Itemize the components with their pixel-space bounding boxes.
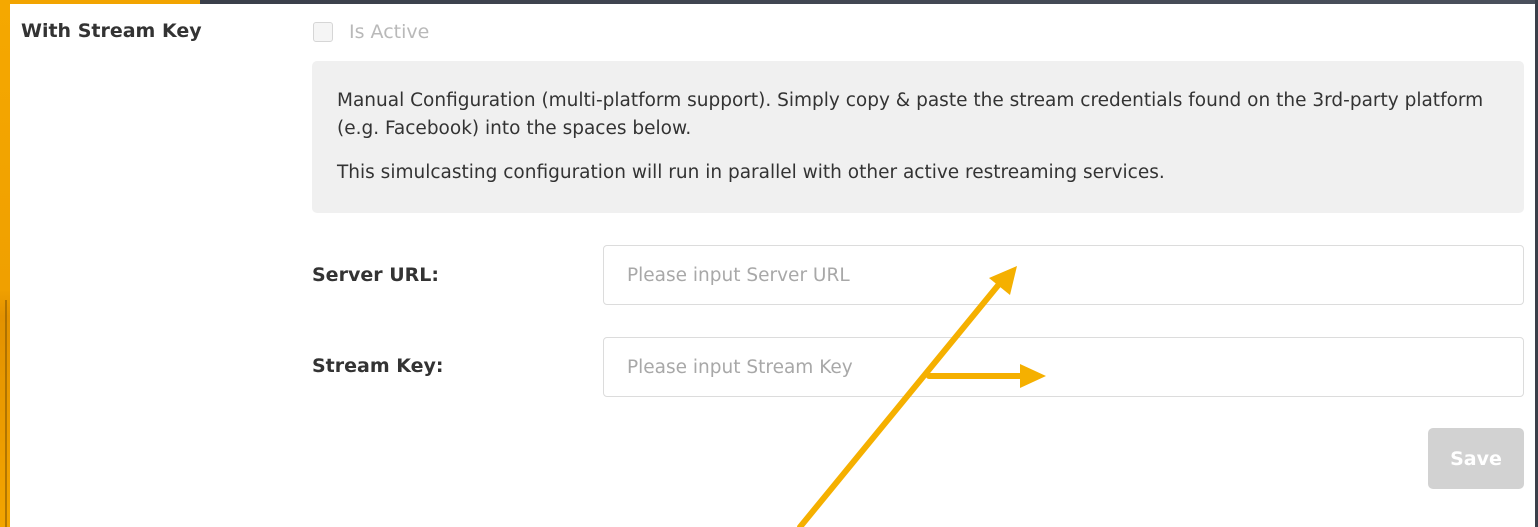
info-box: Manual Configuration (multi-platform sup… — [312, 61, 1524, 213]
is-active-label: Is Active — [349, 21, 430, 43]
info-text-manual-configuration: Manual Configuration (multi-platform sup… — [337, 90, 1484, 139]
stream-key-label: Stream Key: — [312, 355, 444, 377]
stream-key-input[interactable] — [603, 337, 1524, 397]
server-url-input[interactable] — [603, 245, 1524, 305]
save-button[interactable]: Save — [1428, 428, 1524, 489]
stream-key-settings-window: With Stream Key Is Active Manual Configu… — [0, 0, 1538, 527]
is-active-toggle[interactable]: Is Active — [313, 20, 429, 44]
is-active-checkbox[interactable] — [313, 22, 333, 42]
server-url-label: Server URL: — [312, 264, 439, 286]
section-title: With Stream Key — [21, 20, 202, 42]
left-edge-shadow — [5, 300, 7, 527]
info-text-simulcasting: This simulcasting configuration will run… — [337, 162, 1165, 183]
